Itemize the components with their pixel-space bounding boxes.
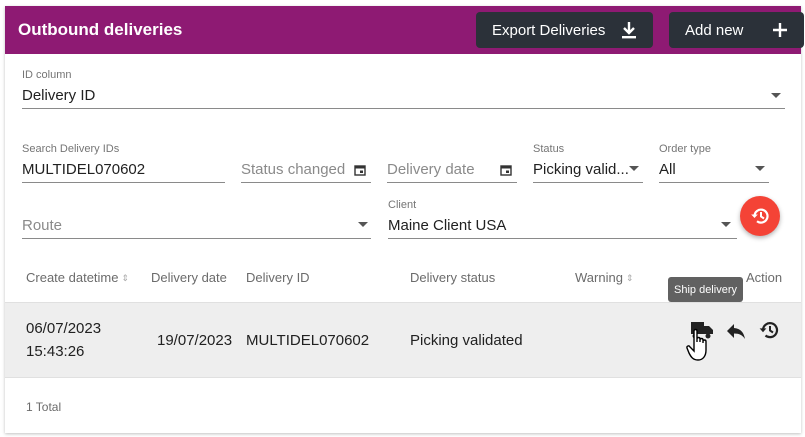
delivery-date-input[interactable]: Delivery date	[387, 161, 475, 178]
column-header-action: Action	[746, 270, 783, 285]
row-delivery-date: 19/07/2023	[157, 332, 233, 349]
status-changed-input[interactable]: Status changed	[241, 161, 345, 178]
ship-delivery-tooltip: Ship delivery	[668, 277, 743, 302]
order-type-underline	[659, 182, 769, 183]
reset-filters-button[interactable]	[740, 196, 780, 236]
header-bar: Outbound deliveries Export Deliveries Ad…	[5, 6, 804, 54]
column-header-delivery-date: Delivery date	[151, 270, 227, 285]
delivery-date-calendar-icon[interactable]	[500, 164, 512, 176]
plus-icon	[773, 23, 787, 37]
column-header-delivery-status: Delivery status	[410, 270, 496, 285]
client-chevron-down-icon[interactable]	[721, 222, 731, 227]
history-icon	[751, 208, 769, 224]
status-changed-underline	[241, 182, 371, 183]
status-underline	[533, 182, 643, 183]
id-column-chevron-down-icon[interactable]	[771, 93, 781, 98]
id-column-label: ID column	[22, 69, 72, 81]
column-header-delivery-id: Delivery ID	[246, 270, 310, 285]
table-row[interactable]	[5, 302, 801, 378]
route-underline	[22, 238, 371, 239]
id-column-select[interactable]: Delivery ID	[22, 87, 95, 104]
delivery-date-underline	[387, 182, 517, 183]
id-column-underline	[22, 108, 785, 109]
search-underline	[22, 182, 225, 183]
status-select[interactable]: Picking valid...	[533, 161, 629, 178]
order-type-select[interactable]: All	[659, 161, 676, 178]
download-icon	[622, 22, 636, 39]
status-label: Status	[533, 143, 565, 155]
row-delivery-id: MULTIDEL070602	[246, 332, 370, 349]
route-select[interactable]: Route	[22, 217, 62, 234]
client-underline	[388, 238, 737, 239]
column-header-warning[interactable]: Warning ⇕	[575, 270, 633, 285]
sort-icon[interactable]: ⇕	[626, 273, 634, 284]
order-type-label: Order type	[659, 143, 711, 155]
reply-icon[interactable]	[724, 319, 748, 343]
column-header-create-datetime[interactable]: Create datetime ⇕	[26, 270, 129, 285]
column-header-warning-label: Warning	[575, 270, 623, 285]
status-chevron-down-icon[interactable]	[629, 166, 639, 171]
add-new-button[interactable]: Add new	[669, 12, 804, 48]
order-type-chevron-down-icon[interactable]	[755, 166, 765, 171]
row-create-date: 06/07/2023	[26, 320, 102, 337]
hand-cursor-icon	[686, 328, 707, 361]
add-new-label: Add new	[685, 21, 744, 39]
column-header-create-datetime-label: Create datetime	[26, 270, 119, 285]
client-select[interactable]: Maine Client USA	[388, 217, 506, 234]
page-title: Outbound deliveries	[18, 20, 183, 39]
search-label: Search Delivery IDs	[22, 143, 120, 155]
export-deliveries-button[interactable]: Export Deliveries	[476, 12, 653, 48]
row-delivery-status: Picking validated	[410, 332, 523, 349]
history-icon[interactable]	[757, 318, 781, 342]
route-chevron-down-icon[interactable]	[358, 222, 368, 227]
total-count: 1 Total	[26, 400, 62, 414]
search-input[interactable]: MULTIDEL070602	[22, 161, 145, 178]
status-changed-calendar-icon[interactable]	[354, 164, 366, 176]
client-label: Client	[388, 199, 417, 211]
row-create-time: 15:43:26	[26, 343, 85, 360]
export-deliveries-label: Export Deliveries	[492, 21, 606, 39]
sort-icon[interactable]: ⇕	[122, 273, 130, 284]
